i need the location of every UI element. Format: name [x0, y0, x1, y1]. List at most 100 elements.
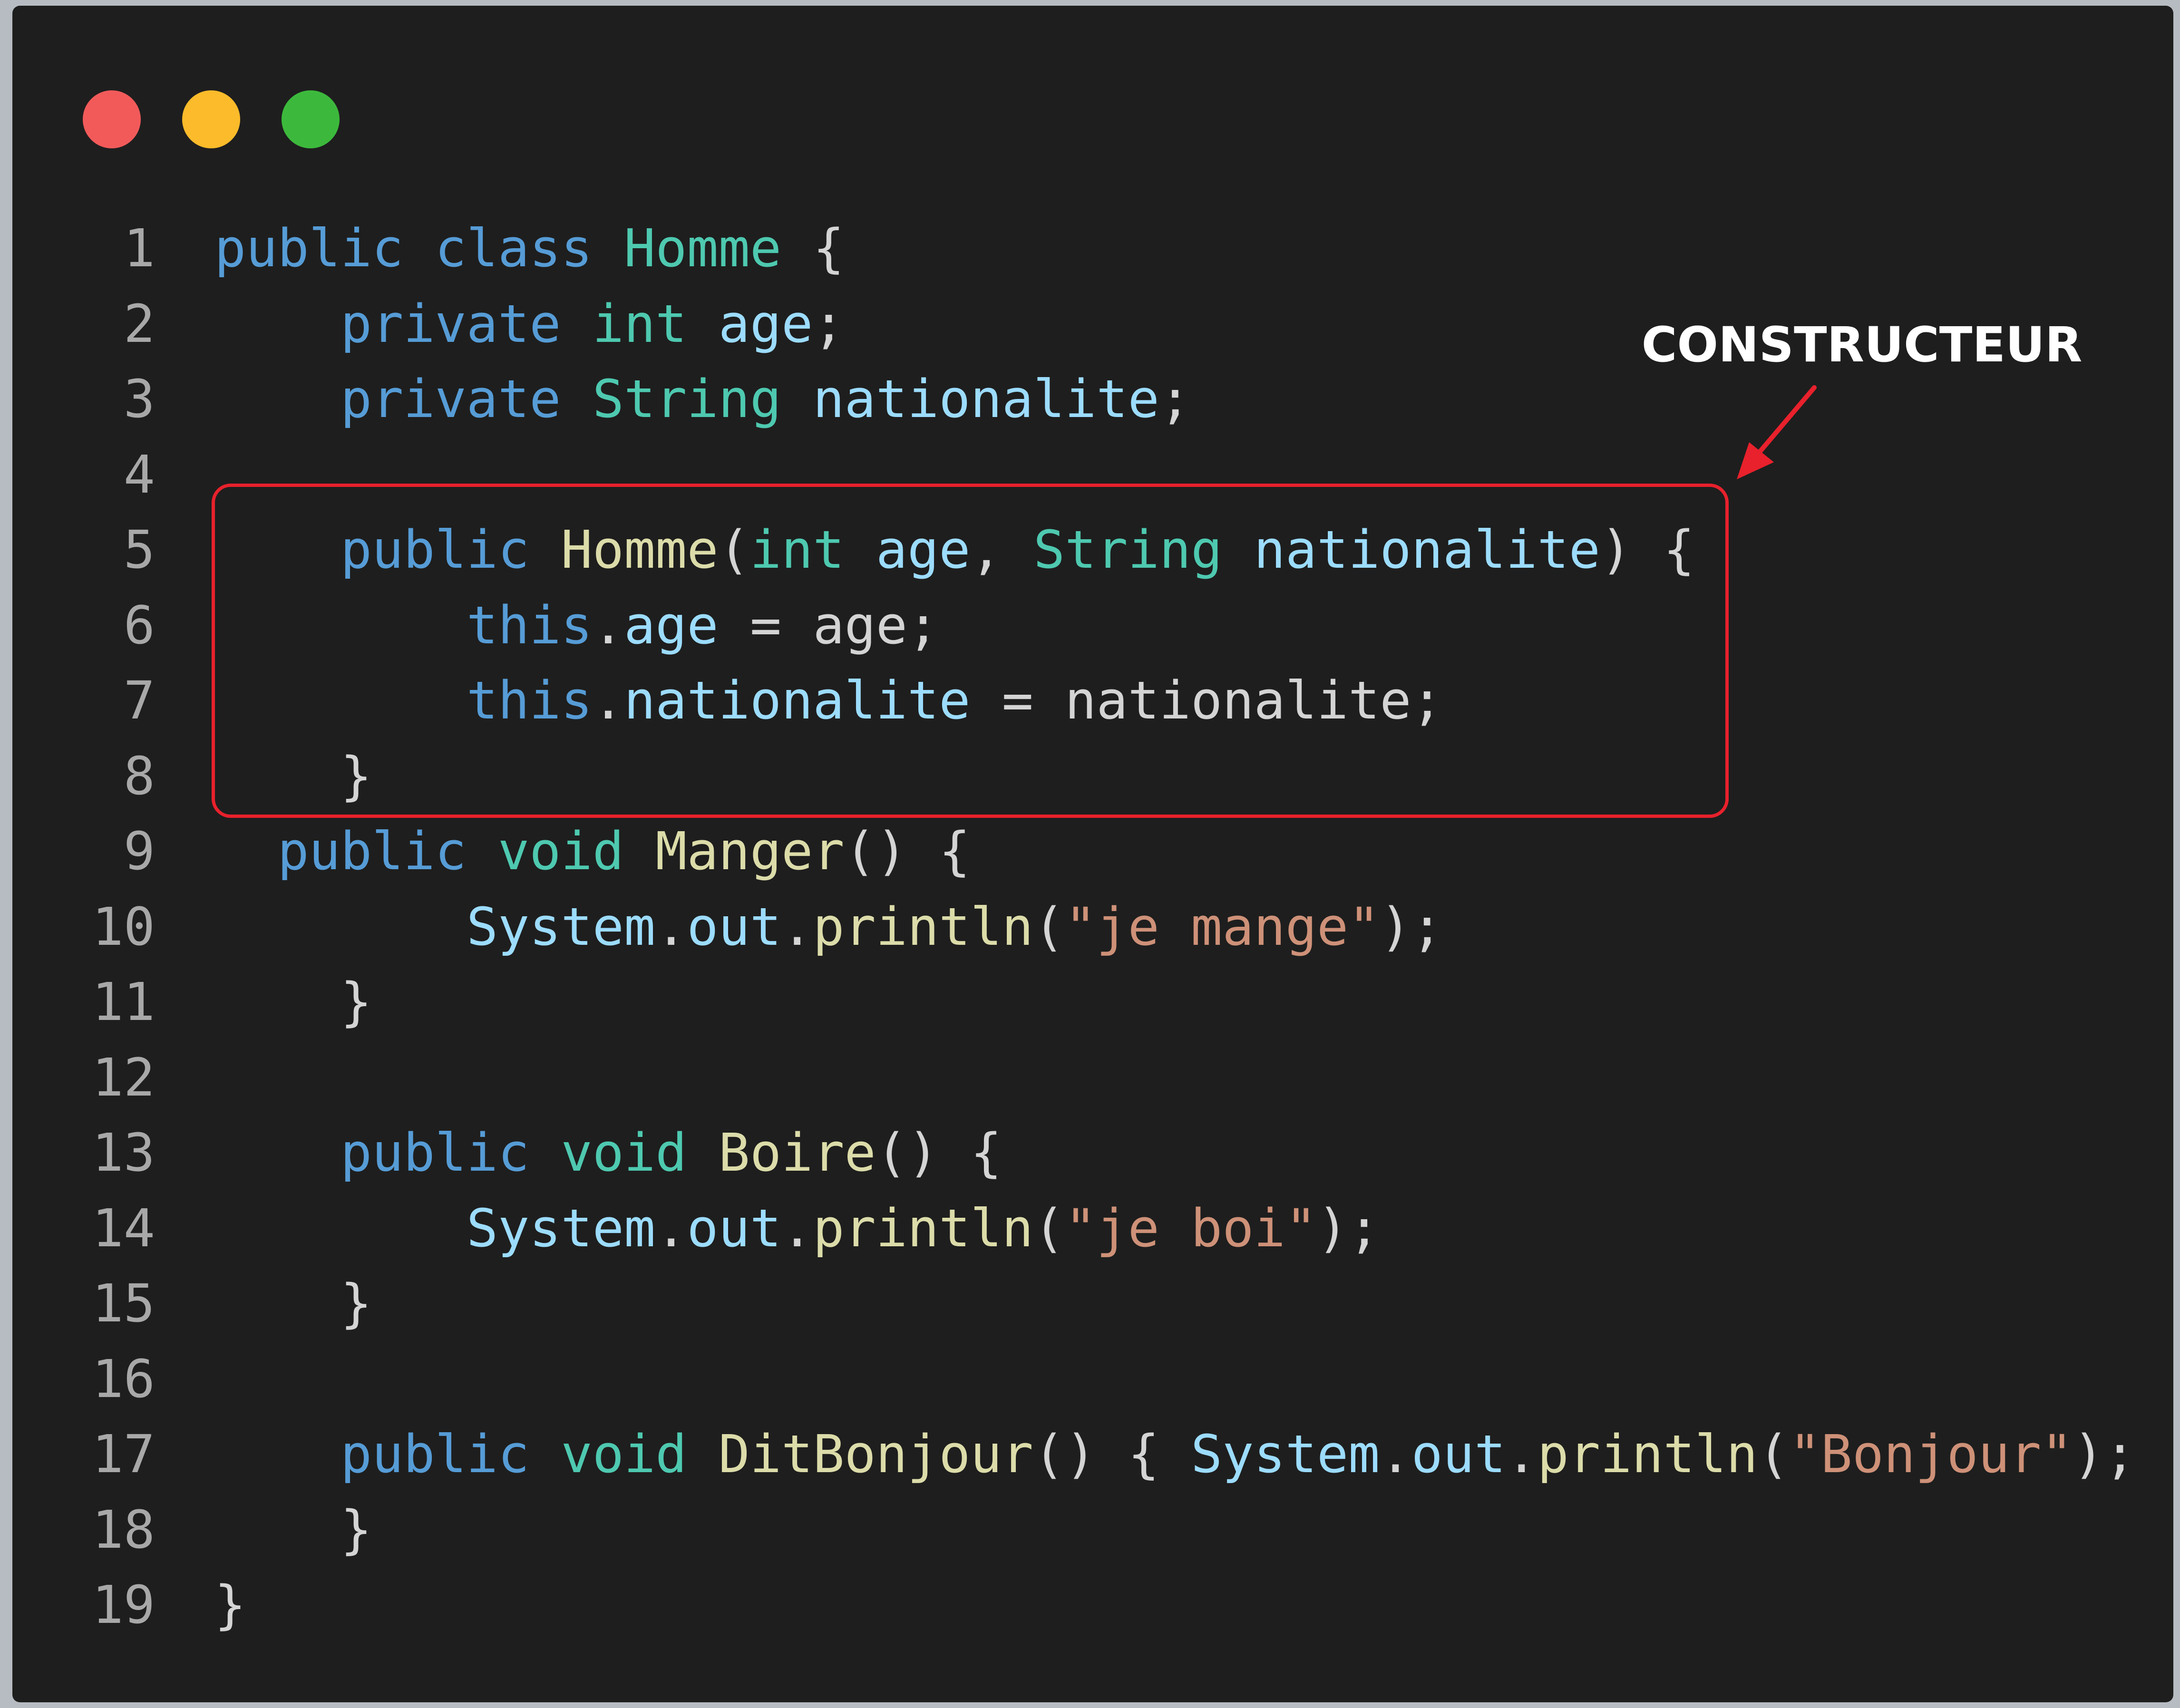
line-number: 16	[92, 1348, 155, 1409]
code-token: public	[277, 821, 467, 882]
line-number: 10	[92, 896, 155, 957]
code-token: {	[781, 218, 845, 279]
line-number: 9	[123, 821, 155, 882]
annotation-arrow-icon	[1737, 385, 1817, 479]
line-number: 2	[123, 293, 155, 354]
code-token: nationalite	[813, 369, 1159, 429]
code-window: 1 public class Homme { 2 private int age; 3…	[12, 6, 2173, 1702]
code-token: }	[214, 1574, 246, 1635]
line-number: 12	[92, 1047, 155, 1108]
code-line: 14 System.out.println("je boi");	[12, 1191, 2173, 1266]
code-token: public	[340, 1424, 530, 1485]
code-token: public	[214, 218, 404, 279]
code-token: (	[1033, 1197, 1065, 1259]
code-token: void	[561, 1424, 687, 1485]
code-token: Boire	[718, 1122, 876, 1183]
code-text: }	[214, 1492, 372, 1568]
line-number: 7	[123, 670, 155, 731]
code-token: }	[214, 971, 372, 1032]
code-line: 1 public class Homme {	[12, 211, 2173, 286]
code-token: out	[687, 1197, 782, 1259]
code-token: );	[1316, 1197, 1380, 1259]
code-line: 12	[12, 1040, 2173, 1116]
code-token: int	[592, 293, 687, 354]
minimize-window-icon[interactable]	[182, 90, 240, 148]
line-number: 5	[123, 519, 155, 580]
code-token: .	[1380, 1424, 1411, 1485]
code-text: }	[214, 1567, 246, 1643]
constructor-highlight-box	[212, 484, 1729, 818]
code-token: );	[2073, 1424, 2136, 1485]
line-number: 4	[123, 444, 155, 505]
code-line: 11 }	[12, 964, 2173, 1040]
code-token: }	[214, 1273, 372, 1334]
code-token: println	[1537, 1424, 1758, 1485]
line-number: 13	[92, 1122, 155, 1183]
code-token: "je boi"	[1065, 1197, 1317, 1259]
code-token: System	[466, 896, 656, 957]
line-number: 3	[123, 369, 155, 429]
line-number: 19	[92, 1574, 155, 1635]
code-token: println	[813, 1197, 1033, 1259]
code-token: Manger	[655, 821, 845, 882]
code-token: String	[592, 369, 782, 429]
code-token: out	[1411, 1424, 1506, 1485]
code-line: 18 }	[12, 1492, 2173, 1568]
code-token: () {	[844, 821, 971, 882]
line-number: 18	[92, 1499, 155, 1560]
code-token: class	[435, 218, 593, 279]
code-token: .	[1506, 1424, 1538, 1485]
code-token: age	[718, 293, 813, 354]
code-text: public void Manger() {	[214, 814, 970, 889]
maximize-window-icon[interactable]	[282, 90, 340, 148]
line-number: 17	[92, 1424, 155, 1485]
code-token: System	[1191, 1424, 1380, 1485]
code-token: .	[655, 1197, 687, 1259]
code-token: "Bonjour"	[1789, 1424, 2073, 1485]
line-number: 15	[92, 1273, 155, 1334]
code-line: 15 }	[12, 1266, 2173, 1341]
code-line: 9 public void Manger() {	[12, 814, 2173, 889]
constructor-annotation-label: CONSTRUCTEUR	[1641, 317, 2083, 373]
close-window-icon[interactable]	[83, 90, 141, 148]
code-text: }	[214, 1266, 372, 1341]
code-token: ;	[813, 293, 845, 354]
code-token: .	[781, 1197, 813, 1259]
code-token: () {	[876, 1122, 1002, 1183]
code-token: DitBonjour	[718, 1424, 1033, 1485]
code-token: () {	[1033, 1424, 1191, 1485]
code-token: (	[1758, 1424, 1790, 1485]
code-line: 17 public void DitBonjour() { System.out…	[12, 1417, 2173, 1492]
code-token: Homme	[623, 218, 782, 279]
code-token: .	[781, 896, 813, 957]
line-number: 8	[123, 745, 155, 806]
code-line: 13 public void Boire() {	[12, 1115, 2173, 1191]
line-number: 11	[92, 971, 155, 1032]
code-token: private	[340, 369, 561, 429]
code-token: );	[1380, 896, 1443, 957]
code-token: void	[561, 1122, 687, 1183]
code-token: println	[813, 896, 1033, 957]
code-token: ;	[1159, 369, 1191, 429]
code-token: .	[655, 896, 687, 957]
code-token: "je mange"	[1065, 896, 1380, 957]
code-token: void	[498, 821, 624, 882]
code-line: 19}	[12, 1567, 2173, 1643]
line-number: 6	[123, 594, 155, 656]
code-text: public void Boire() {	[214, 1115, 1002, 1191]
code-text: public class Homme {	[214, 211, 845, 286]
